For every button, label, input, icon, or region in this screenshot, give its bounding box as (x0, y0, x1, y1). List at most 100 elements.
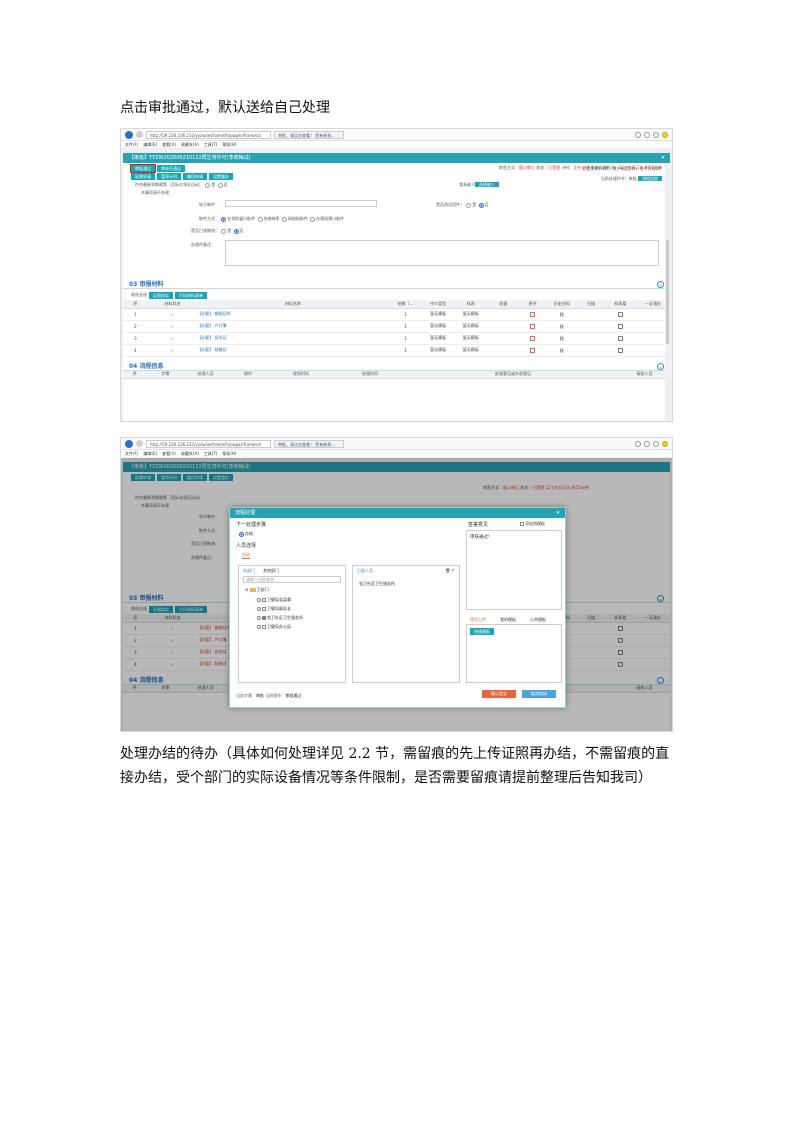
test-no-radio[interactable] (478, 202, 484, 208)
address-input[interactable]: http://59.230.236.232/yyzw/wsframe/fs/pa… (146, 439, 271, 448)
verify-button[interactable]: 证照核实 (149, 291, 173, 299)
browser-tab[interactable]: 审批，请点击查看！ 您有新到... (274, 439, 344, 448)
menu-tools[interactable]: 工具(T) (204, 142, 218, 147)
conclusion-text: 处理办结的待办（具体如何处理详见 2.2 节，需留痕的先上传证照再办结，不需留痕… (120, 746, 670, 786)
tab-my-dept[interactable]: 本部门 (243, 568, 255, 574)
approve-button[interactable]: 审批通过 (130, 163, 156, 173)
intro-text: 点击审批通过，默认送给自己处理 (120, 100, 330, 116)
pause-button[interactable]: 暂停计时 (157, 173, 181, 180)
forward-icon[interactable] (136, 440, 143, 447)
tab-other-dept[interactable]: 其他部门 (263, 568, 279, 574)
menu-edit[interactable]: 编辑(E) (143, 142, 157, 147)
print-icon[interactable] (617, 335, 623, 341)
close-icon[interactable]: ✕ (556, 508, 560, 518)
menu-file[interactable]: 文件(F) (125, 142, 138, 147)
template-box: 快速模板 (466, 624, 562, 683)
print-icon[interactable] (617, 323, 623, 329)
selected-person[interactable]: 农卫社区卫生服务所 (359, 581, 395, 587)
pickup-result-radio[interactable] (310, 216, 316, 222)
browser-tab[interactable]: 审批，请点击查看！ 您有新到... (274, 130, 344, 139)
smiley-icon[interactable] (662, 440, 668, 447)
back-icon[interactable] (125, 439, 133, 448)
add-template-checkbox[interactable] (520, 522, 524, 526)
scrollbar[interactable] (665, 163, 670, 421)
chevron-down-icon[interactable]: ⌄ (657, 281, 664, 288)
delay-button[interactable]: 延期申请 (131, 173, 155, 180)
delete-icon[interactable]: 🗑 ↶ (445, 568, 455, 573)
tab-complete[interactable]: 办结 (242, 552, 250, 559)
link-icon[interactable]: ⛓ (546, 320, 578, 333)
star-icon[interactable] (644, 131, 650, 138)
link-icon[interactable]: ⛓ (546, 344, 578, 357)
close-icon[interactable]: ✕ (661, 153, 665, 163)
remarks-textarea[interactable] (225, 240, 659, 266)
tab-common-upload[interactable]: 常用上传 (470, 617, 486, 623)
col-header: 收据 (487, 300, 520, 309)
print-list-button[interactable]: 打印材料清单 (175, 291, 207, 299)
tab-my-template[interactable]: 我的模板 (500, 617, 516, 623)
delivered-yes-radio[interactable] (221, 228, 227, 234)
checkbox-checked (262, 616, 266, 620)
checkbox (262, 625, 266, 629)
applicant-button[interactable]: 选择被人 (475, 182, 499, 187)
person-header: 人员选择 (236, 543, 257, 549)
menu-help[interactable]: 帮助(H) (222, 142, 236, 147)
star-icon[interactable] (644, 440, 650, 447)
material-link[interactable]: 【必要】 婚姻证明 (197, 311, 230, 316)
chevron-down-icon[interactable]: ⌄ (657, 362, 664, 370)
material-link[interactable]: 【必要】 结婚证 (197, 347, 226, 352)
browser-address-bar: http://59.230.236.232/yyzw/wsframe/fs/pa… (121, 438, 672, 450)
tab-public-template[interactable]: 公共模板 (530, 617, 546, 623)
row1-no-radio[interactable] (217, 182, 223, 188)
pickup-network-radio[interactable] (281, 216, 287, 222)
home-icon[interactable] (635, 131, 641, 138)
print-icon[interactable] (617, 311, 623, 317)
test-yes-radio[interactable] (466, 202, 472, 208)
row1-yes-radio[interactable] (205, 182, 211, 188)
pickup-express-radio[interactable] (257, 216, 263, 222)
address-input[interactable]: http://59.230.236.232/yyzw/wsframe/fs/pa… (146, 130, 271, 139)
tree-item[interactable]: 农卫社区卫生服务所 (257, 615, 303, 621)
original-icon[interactable] (530, 335, 536, 341)
link-icon[interactable]: ⛓ (546, 308, 578, 321)
link-icon[interactable]: ⛓ (546, 332, 578, 345)
reject-button[interactable]: 审核不通过 (157, 164, 185, 172)
table-row: 4 ✓ 【必要】 结婚证 1 暂无模板 暂无模板 ⛓ (123, 344, 670, 357)
smiley-icon[interactable] (662, 131, 668, 138)
dept-tree-box: 本部门 其他部门 请输入内容查询 ⊟ 卫部门 卫健局县监督 卫健局副局长 农卫社… (238, 565, 346, 683)
application-form: 符合最新到期政策（否标志领证自动） 是 否 共事项请不办理 我表被人： 选择被人… (123, 181, 670, 279)
confirm-button[interactable]: 确认提交 (482, 690, 516, 698)
pickup-window-radio[interactable] (221, 216, 227, 222)
flow-dialog: 流程处理 ✕ 下一处理步骤 办结 人员选择 办结 本部门 其他部门 请输入内容查询… (229, 507, 566, 708)
cancel-button[interactable]: 取消关闭 (522, 690, 556, 698)
original-icon[interactable] (530, 311, 536, 317)
menu-favorites[interactable]: 收藏夹(A) (181, 142, 199, 147)
search-input[interactable]: 请输入内容查询 (243, 576, 341, 583)
home-icon[interactable] (635, 440, 641, 447)
email-label: 电子邮件： (199, 202, 219, 207)
select-all-checkbox[interactable]: 收选全选 (131, 292, 147, 298)
back-icon[interactable] (125, 130, 133, 139)
email-field[interactable] (225, 200, 377, 207)
tree-root[interactable]: ⊟ 卫部门 (245, 587, 269, 593)
withdraw-button[interactable]: 撤回申请 (183, 173, 207, 180)
material-link[interactable]: 【必要】 户口簿 (197, 323, 226, 328)
menu-view[interactable]: 查看(V) (162, 142, 176, 147)
tab-selected[interactable]: 已选人员 (357, 568, 373, 574)
original-icon[interactable] (530, 347, 536, 353)
materials-table: 序 材料状态 材料名称 份数（... 中介类型 样表 收据 原件 历史材料 扫描… (123, 300, 670, 357)
material-link[interactable]: 【必要】 身份证 (197, 335, 226, 340)
tree-item[interactable]: 卫健局办公局 (257, 624, 291, 630)
supervise-button[interactable]: 设置督办 (209, 173, 233, 180)
original-icon[interactable] (530, 323, 536, 329)
print-icon[interactable] (617, 347, 623, 353)
settings-icon[interactable] (653, 131, 659, 138)
settings-icon[interactable] (653, 440, 659, 447)
delivered-no-radio[interactable] (233, 228, 239, 234)
complete-radio[interactable] (239, 531, 244, 537)
forward-icon[interactable] (136, 131, 143, 138)
tree-item[interactable]: 卫健局副局长 (257, 606, 291, 612)
tree-item[interactable]: 卫健局县监督 (257, 597, 291, 603)
quick-template-button[interactable]: 快速模板 (470, 628, 494, 635)
opinion-textarea[interactable]: 审核通过! (466, 530, 562, 610)
